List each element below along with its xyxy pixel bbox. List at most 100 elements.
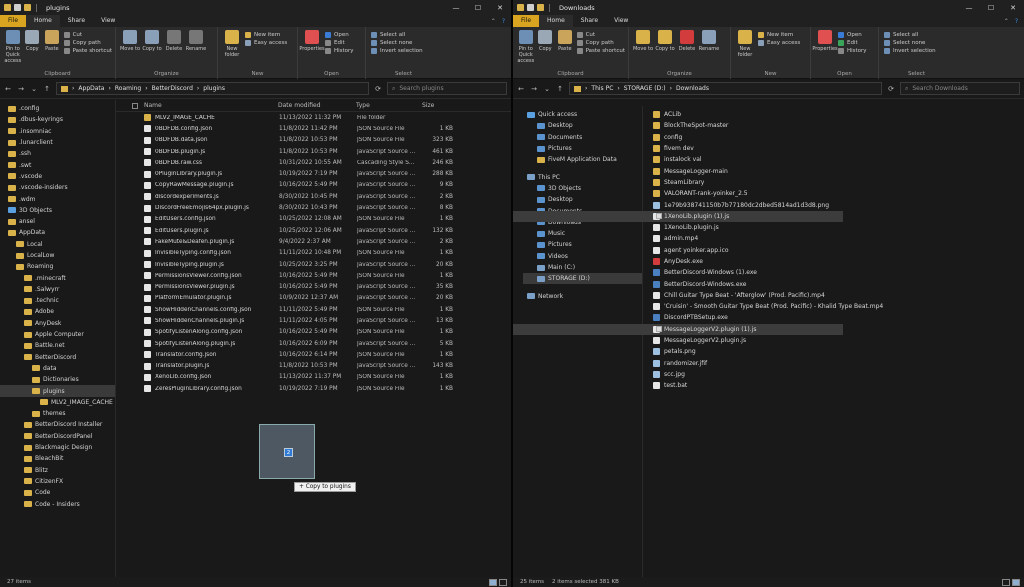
breadcrumb-appdata[interactable]: AppData	[78, 85, 104, 92]
list-item[interactable]: AnyDesk.exe	[513, 256, 843, 267]
column-size[interactable]: Size	[422, 102, 452, 109]
large-icons-view-icon[interactable]	[499, 578, 507, 586]
nav-item[interactable]: Code	[0, 487, 115, 498]
list-item[interactable]: instalock val	[513, 154, 843, 165]
search-input[interactable]: ⌕ Search Downloads	[900, 82, 1020, 95]
refresh-icon[interactable]: ⟳	[887, 85, 895, 93]
forward-icon[interactable]: →	[530, 85, 538, 93]
paste-shortcut-button[interactable]: Paste shortcut	[576, 48, 625, 54]
list-item[interactable]: 'Cruisin' - Smooth Guitar Type Beat (Pro…	[513, 301, 883, 312]
list-item[interactable]: ACLib	[513, 109, 843, 120]
large-icons-view-icon[interactable]	[1012, 578, 1020, 586]
close-icon[interactable]: ✕	[489, 4, 511, 12]
nav-item[interactable]: plugins	[0, 385, 115, 397]
list-item[interactable]: MessageLoggerV2.plugin.js	[513, 335, 843, 346]
nav-item[interactable]: Adobe	[0, 306, 115, 317]
nav-item[interactable]: .minecraft	[0, 272, 115, 283]
table-row[interactable]: 0PluginLibrary.plugin.js 10/19/2022 7:19 …	[116, 168, 511, 179]
table-row[interactable]: PlatformEmulator.plugin.js 10/9/2022 12:3…	[116, 293, 511, 304]
tab-file[interactable]: File	[513, 15, 540, 27]
table-row[interactable]: Translator.plugin.js 11/8/2022 10:53 PM Ja…	[116, 361, 511, 372]
recent-chevron-icon[interactable]: ⌄	[543, 85, 551, 93]
tab-share[interactable]: Share	[60, 15, 93, 27]
easy-access-button[interactable]: Easy access	[245, 40, 287, 46]
nav-item[interactable]: .ssh	[0, 148, 115, 159]
breadcrumb-storage[interactable]: STORAGE (D:)	[624, 85, 666, 92]
table-row[interactable]: InvisibleTyping.config.json 11/11/2022 10…	[116, 248, 511, 259]
table-row[interactable]: CopyRawMessage.plugin.js 10/16/2022 5:49 …	[116, 180, 511, 191]
list-item[interactable]: Chill Guitar Type Beat - 'Afterglow' (Pr…	[513, 290, 843, 301]
breadcrumb-downloads[interactable]: Downloads	[676, 85, 709, 92]
list-item[interactable]: MessageLoggerV2.plugin (1).js	[513, 323, 843, 335]
maximize-icon[interactable]: ☐	[980, 4, 1002, 12]
table-row[interactable]: EditUsers.config.json 10/25/2022 12:08 AM…	[116, 214, 511, 225]
table-row[interactable]: XenoLib.config.json 11/13/2022 11:37 PM JS…	[116, 372, 511, 383]
nav-item[interactable]: BetterDiscordPanel	[0, 431, 115, 442]
list-item[interactable]: MessageLogger-main	[513, 165, 843, 176]
list-item[interactable]: BlockTheSpot-master	[513, 120, 843, 131]
cut-button[interactable]: Cut	[63, 32, 112, 38]
select-none-button[interactable]: Select none	[884, 40, 936, 46]
file-list[interactable]: ACLib BlockTheSpot-master config fivem dev i…	[513, 106, 1024, 577]
list-item[interactable]: scc.jpg	[513, 369, 843, 380]
table-row[interactable]: 0BDFDB.plugin.js 11/8/2022 10:53 PM JavaSc…	[116, 146, 511, 157]
row-checkbox[interactable]	[656, 326, 662, 333]
address-bar[interactable]: › This PC › STORAGE (D:) › Downloads	[569, 82, 882, 95]
maximize-icon[interactable]: ☐	[467, 4, 489, 12]
nav-item[interactable]: Battle.net	[0, 340, 115, 351]
nav-item[interactable]: .technic	[0, 295, 115, 306]
nav-item[interactable]: Apple Computer	[0, 329, 115, 340]
new-item-button[interactable]: New item	[758, 32, 800, 38]
nav-item[interactable]: MLV2_IMAGE_CACHE	[0, 397, 115, 408]
list-item[interactable]: randomizer.jfif	[513, 358, 843, 369]
collapse-ribbon-icon[interactable]: ⌃	[1004, 18, 1009, 25]
table-row[interactable]: ZeresPluginLibrary.config.json 10/19/2022…	[116, 383, 511, 394]
table-row[interactable]: 0BDFDB.raw.css 10/31/2022 10:55 AM Cascadi…	[116, 157, 511, 168]
nav-item[interactable]: Roaming	[0, 261, 115, 272]
easy-access-button[interactable]: Easy access	[758, 40, 800, 46]
nav-item[interactable]: .dbus-keyrings	[0, 114, 115, 125]
table-row[interactable]: ShowHiddenChannels.plugin.js 11/11/2022 4…	[116, 315, 511, 326]
nav-item[interactable]: .wdm	[0, 193, 115, 204]
new-folder-icon[interactable]	[24, 4, 31, 11]
list-item[interactable]: VALORANT-rank-yoinker_2.5	[513, 188, 843, 199]
table-row[interactable]: discordexperiments.js 8/30/2022 10:45 PM J…	[116, 191, 511, 202]
nav-item[interactable]: .insomniac	[0, 126, 115, 137]
collapse-ribbon-icon[interactable]: ⌃	[491, 18, 496, 25]
address-bar[interactable]: › AppData › Roaming › BetterDiscord › plugi…	[56, 82, 369, 95]
minimize-icon[interactable]: —	[958, 4, 980, 12]
help-icon[interactable]: ?	[1015, 18, 1018, 25]
table-row[interactable]: InvisibleTyping.plugin.js 10/25/2022 3:25…	[116, 259, 511, 270]
invert-selection-button[interactable]: Invert selection	[371, 48, 423, 54]
open-button[interactable]: Open	[838, 32, 867, 38]
properties-icon[interactable]	[527, 4, 534, 11]
file-list[interactable]: Name Date modified Type Size MLV2_IMAGE_…	[116, 100, 511, 577]
search-input[interactable]: ⌕ Search plugins	[387, 82, 507, 95]
table-row[interactable]: MLV2_IMAGE_CACHE 11/13/2022 11:32 PM File …	[116, 112, 511, 123]
nav-item[interactable]: Blackmagic Design	[0, 442, 115, 453]
table-row[interactable]: PermissionsViewer.config.json 10/16/2022 …	[116, 270, 511, 281]
select-all-button[interactable]: Select all	[884, 32, 936, 38]
close-icon[interactable]: ✕	[1002, 4, 1024, 12]
list-item[interactable]: 1e79b938741150b7b77180dc2dbed5814ad1d3d8…	[513, 199, 843, 210]
forward-icon[interactable]: →	[17, 85, 25, 93]
back-icon[interactable]: ←	[4, 85, 12, 93]
nav-item[interactable]: CitizenFX	[0, 476, 115, 487]
table-row[interactable]: SpotifyListenAlong.config.json 10/16/2022…	[116, 327, 511, 338]
nav-item[interactable]: 3D Objects	[0, 205, 115, 216]
recent-chevron-icon[interactable]: ⌄	[30, 85, 38, 93]
new-item-button[interactable]: New item	[245, 32, 287, 38]
paste-shortcut-button[interactable]: Paste shortcut	[63, 48, 112, 54]
list-item[interactable]: config	[513, 132, 843, 143]
open-button[interactable]: Open	[325, 32, 354, 38]
tab-view[interactable]: View	[93, 15, 123, 27]
tab-file[interactable]: File	[0, 15, 27, 27]
invert-selection-button[interactable]: Invert selection	[884, 48, 936, 54]
edit-button[interactable]: Edit	[838, 40, 867, 46]
nav-item[interactable]: .swt	[0, 159, 115, 170]
up-icon[interactable]: ↑	[556, 85, 564, 93]
list-item[interactable]: test.bat	[513, 380, 843, 391]
history-button[interactable]: History	[325, 48, 354, 54]
table-row[interactable]: PermissionsViewer.plugin.js 10/16/2022 5:…	[116, 281, 511, 292]
nav-item[interactable]: .config	[0, 103, 115, 114]
